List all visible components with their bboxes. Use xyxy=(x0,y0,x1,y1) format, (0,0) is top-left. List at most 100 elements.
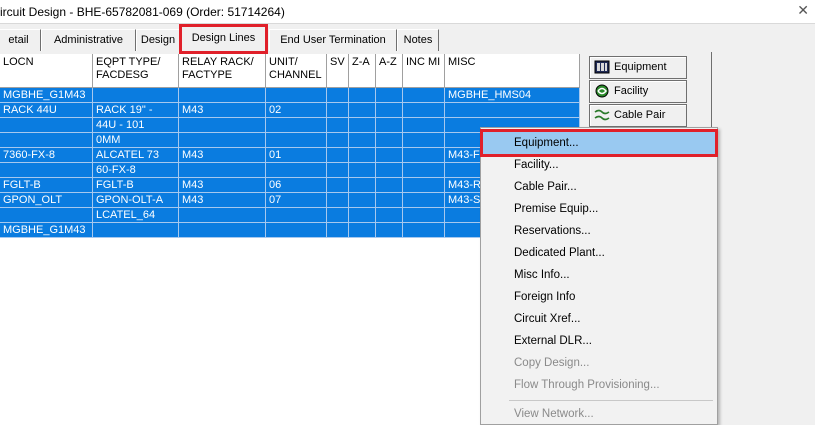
column-header-z-a[interactable]: Z-A xyxy=(349,54,376,88)
cell-sv[interactable] xyxy=(327,163,349,178)
column-header-locn[interactable]: LOCN xyxy=(0,54,93,88)
cell-relay-rack[interactable] xyxy=(179,118,266,133)
cell-eqpt-type[interactable]: FGLT-B xyxy=(93,178,179,193)
cell-eqpt-type[interactable]: GPON-OLT-A xyxy=(93,193,179,208)
menu-item-reservations[interactable]: Reservations... xyxy=(483,220,715,242)
facility-button[interactable]: Facility xyxy=(589,80,687,103)
menu-item-facility[interactable]: Facility... xyxy=(483,154,715,176)
cell-unit-channel[interactable]: 06 xyxy=(266,178,327,193)
menu-item-foreign-info[interactable]: Foreign Info xyxy=(483,286,715,308)
cell-eqpt-type[interactable]: 44U - 101 xyxy=(93,118,179,133)
equipment-button[interactable]: Equipment xyxy=(589,56,687,79)
cell-a-z[interactable] xyxy=(376,148,403,163)
menu-item-circuit-xref[interactable]: Circuit Xref... xyxy=(483,308,715,330)
tab-detail[interactable]: etail xyxy=(0,29,41,51)
cell-unit-channel[interactable] xyxy=(266,223,327,238)
cell-a-z[interactable] xyxy=(376,178,403,193)
menu-item-cable-pair[interactable]: Cable Pair... xyxy=(483,176,715,198)
cell-relay-rack[interactable] xyxy=(179,208,266,223)
cell-z-a[interactable] xyxy=(349,103,376,118)
close-icon[interactable]: ✕ xyxy=(797,2,809,19)
cell-sv[interactable] xyxy=(327,103,349,118)
cell-sv[interactable] xyxy=(327,223,349,238)
tab-design[interactable]: Design xyxy=(136,29,180,51)
cell-inc-mi[interactable] xyxy=(403,133,445,148)
cell-misc[interactable] xyxy=(445,103,580,118)
cell-unit-channel[interactable] xyxy=(266,133,327,148)
cell-eqpt-type[interactable] xyxy=(93,223,179,238)
cell-relay-rack[interactable]: M43 xyxy=(179,148,266,163)
cell-relay-rack[interactable] xyxy=(179,223,266,238)
cell-z-a[interactable] xyxy=(349,223,376,238)
cell-z-a[interactable] xyxy=(349,118,376,133)
cell-misc[interactable]: MGBHE_HMS04 xyxy=(445,88,580,103)
cell-eqpt-type[interactable]: 0MM xyxy=(93,133,179,148)
menu-item-premise-equip[interactable]: Premise Equip... xyxy=(483,198,715,220)
cell-unit-channel[interactable] xyxy=(266,118,327,133)
tab-design-lines[interactable]: Design Lines xyxy=(179,24,268,54)
cell-sv[interactable] xyxy=(327,208,349,223)
cell-inc-mi[interactable] xyxy=(403,163,445,178)
menu-item-misc-info[interactable]: Misc Info... xyxy=(483,264,715,286)
table-row[interactable]: RACK 44U RACK 19" - M43 02 xyxy=(0,103,580,118)
cell-z-a[interactable] xyxy=(349,163,376,178)
cell-locn[interactable] xyxy=(0,208,93,223)
cell-eqpt-type[interactable] xyxy=(93,88,179,103)
cell-inc-mi[interactable] xyxy=(403,148,445,163)
cell-relay-rack[interactable] xyxy=(179,88,266,103)
cell-a-z[interactable] xyxy=(376,193,403,208)
cell-a-z[interactable] xyxy=(376,223,403,238)
cell-z-a[interactable] xyxy=(349,178,376,193)
cell-locn[interactable] xyxy=(0,163,93,178)
cell-eqpt-type[interactable]: ALCATEL 73 xyxy=(93,148,179,163)
cell-relay-rack[interactable] xyxy=(179,163,266,178)
column-header-relay-rack[interactable]: RELAY RACK/ FACTYPE xyxy=(179,54,266,88)
column-header-misc[interactable]: MISC xyxy=(445,54,580,88)
cell-relay-rack[interactable]: M43 xyxy=(179,178,266,193)
cell-unit-channel[interactable] xyxy=(266,208,327,223)
cell-unit-channel[interactable] xyxy=(266,88,327,103)
cell-locn[interactable]: 7360-FX-8 xyxy=(0,148,93,163)
column-header-inc-mi[interactable]: INC MI xyxy=(403,54,445,88)
cell-inc-mi[interactable] xyxy=(403,178,445,193)
cell-eqpt-type[interactable]: LCATEL_64 xyxy=(93,208,179,223)
column-header-eqpt-type[interactable]: EQPT TYPE/ FACDESG xyxy=(93,54,179,88)
cell-sv[interactable] xyxy=(327,193,349,208)
cell-a-z[interactable] xyxy=(376,133,403,148)
cell-sv[interactable] xyxy=(327,148,349,163)
tab-end-user-termination[interactable]: End User Termination xyxy=(269,29,397,51)
cell-inc-mi[interactable] xyxy=(403,193,445,208)
cell-a-z[interactable] xyxy=(376,208,403,223)
cell-a-z[interactable] xyxy=(376,103,403,118)
cell-eqpt-type[interactable]: 60-FX-8 xyxy=(93,163,179,178)
cell-inc-mi[interactable] xyxy=(403,103,445,118)
column-header-a-z[interactable]: A-Z xyxy=(376,54,403,88)
cell-inc-mi[interactable] xyxy=(403,223,445,238)
cell-inc-mi[interactable] xyxy=(403,88,445,103)
cell-z-a[interactable] xyxy=(349,208,376,223)
cell-locn[interactable] xyxy=(0,118,93,133)
cell-unit-channel[interactable]: 02 xyxy=(266,103,327,118)
cell-z-a[interactable] xyxy=(349,88,376,103)
cell-a-z[interactable] xyxy=(376,163,403,178)
cell-locn[interactable]: RACK 44U xyxy=(0,103,93,118)
menu-item-equipment[interactable]: Equipment... xyxy=(480,129,718,157)
cell-sv[interactable] xyxy=(327,178,349,193)
cell-inc-mi[interactable] xyxy=(403,118,445,133)
menu-item-external-dlr[interactable]: External DLR... xyxy=(483,330,715,352)
cable-pair-button[interactable]: Cable Pair xyxy=(589,104,687,127)
cell-sv[interactable] xyxy=(327,88,349,103)
column-header-unit-channel[interactable]: UNIT/ CHANNEL xyxy=(266,54,327,88)
column-header-sv[interactable]: SV xyxy=(327,54,349,88)
cell-inc-mi[interactable] xyxy=(403,208,445,223)
tab-administrative[interactable]: Administrative xyxy=(41,29,136,51)
cell-a-z[interactable] xyxy=(376,88,403,103)
cell-z-a[interactable] xyxy=(349,193,376,208)
cell-a-z[interactable] xyxy=(376,118,403,133)
cell-relay-rack[interactable]: M43 xyxy=(179,103,266,118)
cell-locn[interactable]: GPON_OLT xyxy=(0,193,93,208)
cell-z-a[interactable] xyxy=(349,148,376,163)
cell-locn[interactable]: MGBHE_G1M43 xyxy=(0,88,93,103)
cell-unit-channel[interactable]: 01 xyxy=(266,148,327,163)
cell-relay-rack[interactable] xyxy=(179,133,266,148)
